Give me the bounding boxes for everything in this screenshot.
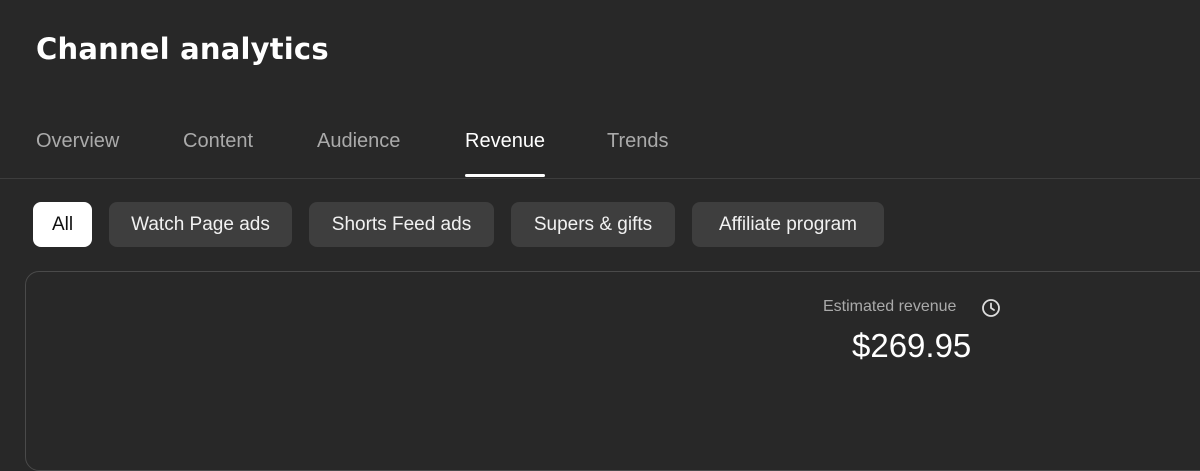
chip-affiliate-program[interactable]: Affiliate program [692, 202, 884, 247]
estimated-revenue-value: $269.95 [852, 327, 972, 364]
chip-supers-and-gifts[interactable]: Supers & gifts [511, 202, 675, 247]
chip-watch-page-ads[interactable]: Watch Page ads [109, 202, 292, 247]
chip-all[interactable]: All [33, 202, 92, 247]
tab-overview[interactable]: Overview [36, 130, 119, 179]
revenue-card [25, 271, 1200, 471]
tab-content[interactable]: Content [183, 130, 253, 179]
clock-icon[interactable] [981, 298, 1001, 318]
estimated-revenue-label: Estimated revenue [823, 298, 957, 315]
tab-revenue[interactable]: Revenue [465, 130, 546, 179]
tab-audience[interactable]: Audience [317, 130, 400, 179]
chip-shorts-feed-ads[interactable]: Shorts Feed ads [309, 202, 494, 247]
page-title: Channel analytics [36, 32, 329, 66]
tab-bar: Overview Content Audience Revenue Trends [0, 118, 1200, 179]
tab-trends[interactable]: Trends [607, 130, 669, 179]
